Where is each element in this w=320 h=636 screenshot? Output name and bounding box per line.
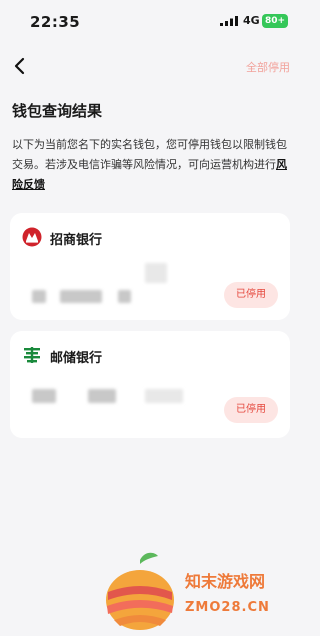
status-time: 22:35 <box>30 13 81 31</box>
status-bar: 22:35 4G 80+ <box>0 0 300 44</box>
wallet-card-psbc[interactable]: 邮储银行 已停用 <box>10 331 290 438</box>
battery-indicator: 80+ <box>262 14 289 28</box>
site-watermark: 知末游戏网 ZMO28.CN <box>100 550 300 632</box>
masked-wallet-number <box>88 389 116 403</box>
masked-wallet-number <box>118 290 131 303</box>
masked-wallet-number <box>145 389 183 403</box>
description: 以下为当前您名下的实名钱包，您可停用钱包以限制钱包交易。若涉及电信诈骗等风险情况… <box>12 135 294 195</box>
wallet-card-cmb[interactable]: 招商银行 已停用 <box>10 213 290 320</box>
signal-icon <box>220 16 238 26</box>
psbc-logo-icon <box>24 347 40 363</box>
masked-wallet-number <box>32 389 56 403</box>
masked-wallet-number <box>32 290 46 303</box>
page-title: 钱包查询结果 <box>12 102 103 120</box>
network-type: 4G <box>243 14 260 27</box>
apple-logo-icon <box>106 552 174 630</box>
watermark-name: 知末游戏网 <box>185 572 266 591</box>
masked-info <box>145 263 167 283</box>
back-arrow-icon[interactable] <box>8 54 32 78</box>
description-text: 以下为当前您名下的实名钱包，您可停用钱包以限制钱包交易。若涉及电信诈骗等风险情况… <box>12 138 287 171</box>
stopped-button[interactable]: 已停用 <box>224 397 278 423</box>
bank-name: 邮储银行 <box>50 351 103 366</box>
stop-all-button[interactable]: 全部停用 <box>246 59 290 75</box>
masked-wallet-number <box>60 290 102 303</box>
cmb-logo-icon <box>22 227 42 247</box>
nav-bar: 全部停用 <box>0 52 300 82</box>
stopped-button[interactable]: 已停用 <box>224 282 278 308</box>
bank-name: 招商银行 <box>50 233 103 248</box>
watermark-url: ZMO28.CN <box>185 600 270 615</box>
